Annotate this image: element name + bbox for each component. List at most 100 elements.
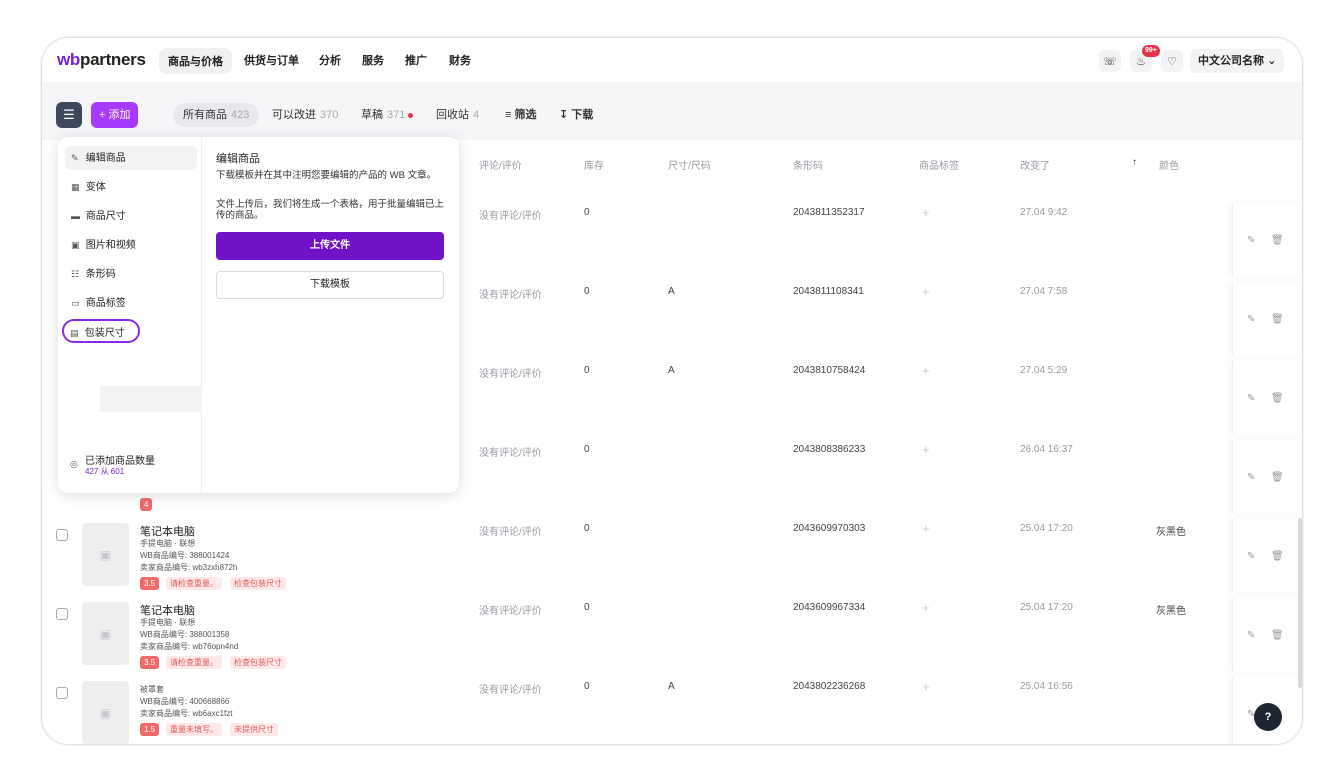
- menu-images-videos[interactable]: ▣ 图片和视频: [65, 233, 197, 257]
- col-color[interactable]: 颜色: [1159, 157, 1179, 172]
- menu-product-size[interactable]: ▬ 商品尺寸: [65, 204, 197, 228]
- warning-tag[interactable]: 重量未填写。: [166, 723, 222, 736]
- tab-drafts[interactable]: 草稿 371: [361, 103, 414, 127]
- edit-icon[interactable]: ✎: [1247, 393, 1255, 404]
- popup-menu: ✎ 编辑商品 ▦ 变体 ▬ 商品尺寸 ▣ 图片和视频 ☷ 条形码 ▭ 商品标签 …: [58, 137, 202, 493]
- add-tag-icon[interactable]: +: [922, 205, 930, 220]
- rating-badge: 3.5: [140, 656, 160, 669]
- rating-badge: 3.5: [140, 577, 160, 590]
- company-selector[interactable]: 中文公司名称 ⌄: [1190, 49, 1285, 73]
- row-checkbox[interactable]: [56, 529, 68, 541]
- row-actions: ✎ 🗑: [1232, 440, 1302, 513]
- add-tag-icon[interactable]: +: [922, 521, 930, 536]
- col-changed[interactable]: 改变了: [1020, 157, 1050, 172]
- add-tag-icon[interactable]: +: [922, 679, 930, 694]
- trash-icon[interactable]: 🗑: [1271, 551, 1284, 562]
- nav-products-prices[interactable]: 商品与价格: [159, 48, 232, 74]
- add-tag-icon[interactable]: +: [922, 363, 930, 378]
- edit-icon[interactable]: ✎: [1247, 235, 1255, 246]
- add-tag-icon[interactable]: +: [922, 284, 930, 299]
- col-stock[interactable]: 库存: [584, 157, 604, 172]
- nav-services[interactable]: 服务: [362, 52, 384, 68]
- tab-can-improve[interactable]: 可以改进 370: [272, 103, 338, 127]
- sort-arrow-icon[interactable]: ↑: [1132, 157, 1137, 168]
- trash-icon[interactable]: 🗑: [1271, 235, 1284, 246]
- col-tags[interactable]: 商品标签: [919, 157, 959, 172]
- warning-tag[interactable]: 未提供尺寸: [230, 723, 278, 736]
- nav-analytics[interactable]: 分析: [319, 52, 341, 68]
- popup-text-1: 下载模板并在其中注明您要编辑的产品的 WB 文章。: [216, 170, 437, 181]
- table-row: ▣ 笔记本电脑 手提电脑 · 联想 WB商品编号: 388001358 卖家商品…: [42, 596, 1302, 675]
- tag-icon: ▭: [71, 298, 80, 308]
- variants-icon: ▦: [71, 182, 80, 192]
- add-tag-icon[interactable]: +: [922, 600, 930, 615]
- hamburger-icon: ☰: [63, 107, 75, 122]
- notifications-badge: 99+: [1142, 45, 1160, 57]
- download-button[interactable]: ↧ 下载: [559, 103, 593, 127]
- add-button[interactable]: + 添加: [91, 102, 139, 128]
- menu-edit-products[interactable]: ✎ 编辑商品: [65, 146, 197, 170]
- menu-variants[interactable]: ▦ 变体: [65, 175, 197, 199]
- col-size[interactable]: 尺寸/尺码: [668, 157, 711, 172]
- row-checkbox[interactable]: [56, 608, 68, 620]
- edit-icon[interactable]: ✎: [1247, 630, 1255, 641]
- trash-icon[interactable]: 🗑: [1271, 630, 1284, 641]
- filter-button[interactable]: ≡ 筛选: [505, 103, 536, 127]
- download-template-button[interactable]: 下载模板: [216, 271, 444, 299]
- warning-tag[interactable]: 检查包装尺寸: [230, 656, 286, 669]
- app-window: wbpartners 商品与价格 供货与订单 分析 服务 推广 财务 ☏ ♨ 9…: [41, 37, 1303, 745]
- loading-placeholder: [100, 386, 202, 412]
- trash-icon[interactable]: 🗑: [1271, 393, 1284, 404]
- logo[interactable]: wbpartners: [57, 50, 146, 70]
- image-placeholder-icon: ▣: [82, 681, 129, 744]
- edit-icon[interactable]: ✎: [1247, 472, 1255, 483]
- filter-icon: ≡: [505, 109, 512, 121]
- feedback-icon[interactable]: ♡: [1161, 50, 1183, 72]
- package-icon: ▤: [70, 328, 79, 338]
- download-icon: ↧: [559, 109, 569, 121]
- row-actions: ✎ 🗑: [1232, 203, 1302, 276]
- menu-product-tags[interactable]: ▭ 商品标签: [65, 291, 197, 315]
- tab-all-products[interactable]: 所有商品 423: [173, 103, 260, 127]
- nav-finance[interactable]: 财务: [449, 52, 471, 68]
- col-barcode[interactable]: 条形码: [793, 157, 823, 172]
- drafts-alert-dot: [408, 112, 414, 118]
- menu-button[interactable]: ☰: [56, 102, 82, 128]
- trash-icon[interactable]: 🗑: [1271, 472, 1284, 483]
- nav-supply-orders[interactable]: 供货与订单: [244, 52, 299, 68]
- edit-icon[interactable]: ✎: [1247, 314, 1255, 325]
- bulk-edit-popup: ✎ 编辑商品 ▦ 变体 ▬ 商品尺寸 ▣ 图片和视频 ☷ 条形码 ▭ 商品标签 …: [58, 137, 459, 493]
- nav-promotion[interactable]: 推广: [405, 52, 427, 68]
- warning-tag[interactable]: 检查包装尺寸: [230, 577, 286, 590]
- image-placeholder-icon: ▣: [82, 602, 129, 665]
- warning-tag[interactable]: 请检查重量。: [166, 577, 222, 590]
- add-tag-icon[interactable]: +: [922, 442, 930, 457]
- toolbar: ☰ + 添加 所有商品 423 可以改进 370 草稿 371 回收站 4 ≡ 筛选 ↧…: [42, 82, 1302, 140]
- row-checkbox[interactable]: [56, 687, 68, 699]
- row-actions: ✎ 🗑: [1232, 282, 1302, 355]
- table-row: ▣ 被罩套 WB商品编号: 400668866 卖家商品编号: wb6axc1f…: [42, 675, 1302, 744]
- chat-icon[interactable]: ☏: [1099, 50, 1121, 72]
- warning-tag[interactable]: 请检查重量。: [166, 656, 222, 669]
- table-row: ▣ 笔记本电脑 手提电脑 · 联想 WB商品编号: 388001424 卖家商品…: [42, 517, 1302, 596]
- top-nav: wbpartners 商品与价格 供货与订单 分析 服务 推广 财务 ☏ ♨ 9…: [42, 38, 1302, 82]
- row-actions: ✎ 🗑: [1232, 361, 1302, 434]
- menu-barcode[interactable]: ☷ 条形码: [65, 262, 197, 286]
- trash-icon[interactable]: 🗑: [1271, 314, 1284, 325]
- rating-badge: 1.5: [140, 723, 160, 736]
- row-actions: ✎ 🗑: [1232, 598, 1302, 671]
- image-icon: ▣: [71, 240, 80, 250]
- tab-recycle-bin[interactable]: 回收站 4: [436, 103, 479, 127]
- upload-file-button[interactable]: 上传文件: [216, 232, 444, 260]
- col-reviews[interactable]: 评论/评价: [479, 157, 522, 172]
- chevron-down-icon: ⌄: [1267, 55, 1277, 67]
- vertical-scrollbar[interactable]: [1298, 518, 1302, 688]
- popup-text-2: 文件上传后，我们将生成一个表格，用于批量编辑已上传的商品。: [216, 199, 445, 221]
- help-button[interactable]: ?: [1254, 703, 1282, 731]
- upload-count-icon: ◎: [70, 459, 78, 469]
- barcode-icon: ☷: [71, 269, 80, 279]
- image-placeholder-icon: ▣: [82, 523, 129, 586]
- edit-icon[interactable]: ✎: [1247, 551, 1255, 562]
- menu-package-size[interactable]: ▤ 包装尺寸: [62, 319, 140, 343]
- ruler-icon: ▬: [71, 211, 80, 221]
